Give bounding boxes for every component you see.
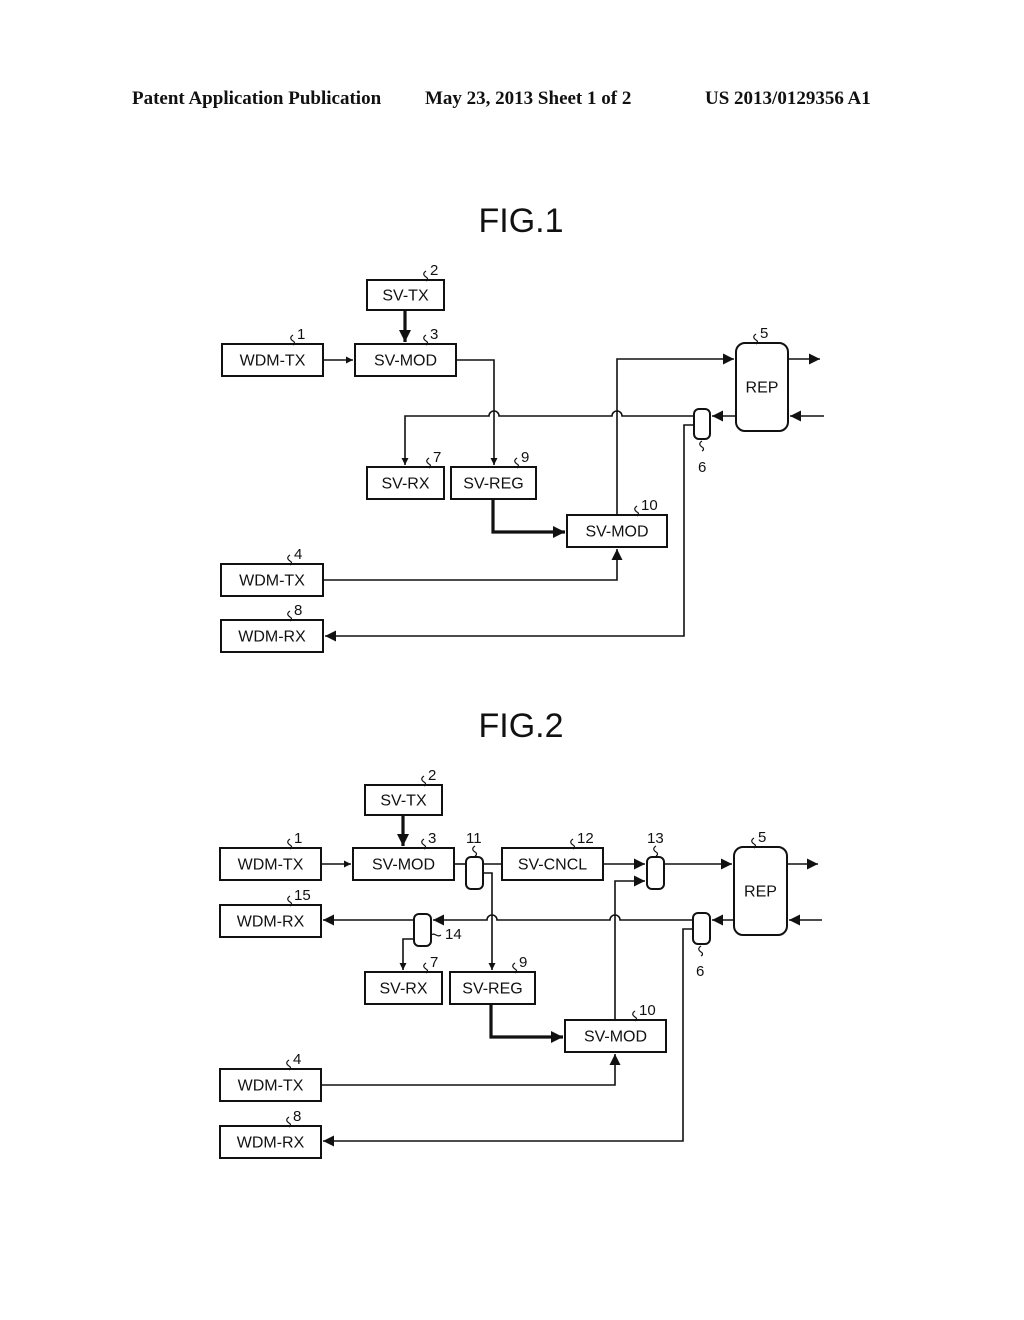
sv-reg-to-sv-mod-arrow — [491, 499, 565, 538]
block-label: SV-REG — [463, 476, 523, 493]
reference-numeral: 1 — [297, 326, 305, 343]
block-outline — [693, 408, 711, 440]
reference-leader — [472, 845, 478, 857]
block-rep-5: REP 5 — [735, 325, 789, 432]
block-label: SV-TX — [382, 288, 429, 305]
wdm-tx-to-sv-mod-arrow — [321, 1054, 621, 1086]
block-wdm-tx-1: WDM-TX 1 — [221, 326, 324, 377]
block-coupler-11: 11 — [465, 830, 484, 890]
block-coupler-6: 6 — [693, 408, 711, 476]
block-sv-cncl-12: SV-CNCL 12 — [501, 830, 604, 881]
block-sv-tx-2: SV-TX2 — [366, 262, 445, 311]
reference-numeral: 10 — [641, 497, 658, 514]
block-label: SV-RX — [381, 476, 429, 493]
reference-numeral: 7 — [433, 449, 441, 466]
block-label: WDM-RX — [238, 629, 306, 646]
reference-leader — [653, 845, 659, 857]
reference-numeral: 4 — [294, 546, 302, 563]
block-label: WDM-RX — [237, 1135, 305, 1152]
sv-mod-to-sv-reg-arrow — [456, 359, 498, 465]
block-label: REP — [746, 380, 779, 397]
reference-numeral: 9 — [519, 954, 527, 971]
reference-numeral: 8 — [293, 1108, 301, 1125]
block-wdm-rx-8: WDM-RX 8 — [219, 1108, 322, 1159]
reference-numeral: 5 — [760, 325, 768, 342]
block-label: SV-MOD — [374, 353, 437, 370]
block-coupler-13: 13 — [646, 830, 665, 890]
block-label: SV-MOD — [584, 1029, 647, 1046]
block-wdm-tx-4: WDM-TX 4 — [220, 546, 324, 597]
block-label: SV-REG — [462, 981, 522, 998]
block-label: WDM-TX — [238, 1078, 304, 1095]
figure-1: FIG.1 SV-TX2 WDM-TX 1 SV-MOD 3 REP 5 6 SV-RX7 SV-R… — [220, 202, 824, 653]
reference-numeral: 7 — [430, 954, 438, 971]
block-label: WDM-RX — [237, 914, 305, 931]
reference-numeral: 10 — [639, 1002, 656, 1019]
block-label: SV-CNCL — [518, 857, 587, 874]
figure-title: FIG.2 — [478, 707, 563, 745]
block-wdm-rx-8: WDM-RX 8 — [220, 602, 324, 653]
block-wdm-tx-1: WDM-TX 1 — [219, 830, 322, 881]
reference-numeral: 9 — [521, 449, 529, 466]
reference-numeral: 11 — [466, 830, 482, 847]
reference-numeral: 2 — [430, 262, 438, 279]
block-diagram: FIG.1SV-TX2WDM-TX1SV-MOD3REP56SV-RX7SV-R… — [219, 202, 824, 1159]
reference-numeral: 4 — [293, 1051, 301, 1068]
block-coupler-14: 14 — [413, 913, 462, 947]
block-rep-5: REP 5 — [733, 829, 788, 936]
block-label: SV-MOD — [372, 857, 435, 874]
block-label: SV-RX — [379, 981, 427, 998]
reference-leader — [699, 440, 705, 452]
coupler-to-coupler-arrow — [433, 914, 693, 926]
figure-title: FIG.1 — [478, 202, 563, 240]
block-sv-tx-2: SV-TX2 — [364, 767, 443, 816]
coupler-to-sv-reg-arrow — [483, 872, 496, 970]
reference-leader — [430, 933, 442, 937]
reference-numeral: 3 — [430, 326, 438, 343]
reference-numeral: 13 — [647, 830, 664, 847]
block-outline — [465, 856, 484, 890]
reference-leader — [698, 945, 704, 957]
reference-numeral: 14 — [445, 926, 462, 943]
block-label: SV-MOD — [585, 524, 648, 541]
block-outline — [646, 856, 665, 890]
reference-numeral: 12 — [577, 830, 594, 847]
block-label: SV-TX — [380, 793, 427, 810]
block-label: REP — [744, 884, 777, 901]
block-label: WDM-TX — [240, 353, 306, 370]
block-outline — [413, 913, 432, 947]
block-label: WDM-TX — [239, 573, 305, 590]
block-wdm-rx-15: WDM-RX 15 — [219, 887, 322, 938]
reference-numeral: 5 — [758, 829, 766, 846]
sv-reg-to-sv-mod-arrow — [489, 1004, 563, 1043]
reference-numeral: 6 — [696, 963, 704, 980]
reference-numeral: 2 — [428, 767, 436, 784]
reference-numeral: 8 — [294, 602, 302, 619]
wdm-tx-to-sv-mod-arrow — [323, 549, 623, 581]
coupler-to-sv-rx-arrow — [399, 938, 414, 970]
block-wdm-tx-4: WDM-TX 4 — [219, 1051, 322, 1102]
block-outline — [692, 912, 711, 945]
figure-2: FIG.2 SV-TX2 WDM-TX 1 SV-MOD 3 11 SV-CNCL 12 13 RE… — [219, 707, 822, 1159]
reference-numeral: 15 — [294, 887, 311, 904]
sv-mod-to-rep-arrow — [616, 353, 734, 515]
block-label: WDM-TX — [238, 857, 304, 874]
reference-numeral: 1 — [294, 830, 302, 847]
block-coupler-6: 6 — [692, 912, 711, 980]
sv-mod-to-coupler-arrow — [614, 875, 645, 1020]
reference-numeral: 6 — [698, 459, 706, 476]
reference-numeral: 3 — [428, 830, 436, 847]
coupler-to-sv-rx-arrow — [401, 410, 694, 465]
